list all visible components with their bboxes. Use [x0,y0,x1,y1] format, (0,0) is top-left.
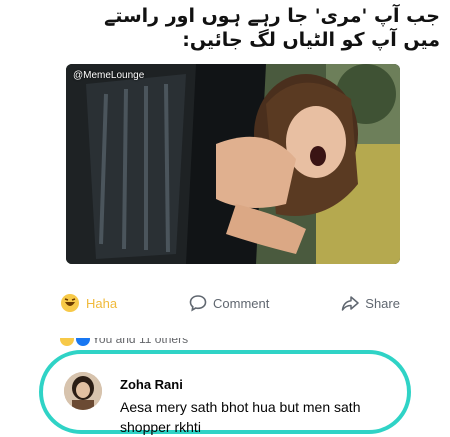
comment-label: Comment [213,295,270,311]
avatar[interactable] [64,372,102,410]
comment-icon [189,295,207,312]
share-button[interactable]: Share [341,294,400,312]
photo-illustration [66,64,400,264]
like-small-icon [76,338,90,346]
share-icon [342,296,360,311]
caption-line-2: میں آپ کو الٹیاں لگ جائیں: [182,29,440,51]
share-label: Share [365,295,400,311]
haha-reaction-button[interactable]: Haha [60,293,117,313]
comment-text: Aesa mery sath bhot hua but men sath sho… [120,399,361,435]
caption-line-1: جب آپ 'مری' جا رہے ہوں اور راستے [104,5,440,27]
haha-label: Haha [86,295,118,311]
post-actions-bar: Haha Comment Share [60,288,400,318]
avatar-image [64,372,102,410]
photo-watermark: @MemeLounge [73,70,145,81]
comment-author[interactable]: Zoha Rani [120,377,183,392]
haha-small-icon [60,338,74,346]
meme-caption: جب آپ 'مری' جا رہے ہوں اور راستے میں آپ … [10,4,440,52]
reaction-count-text: You and 11 others [92,338,189,346]
haha-emoji-icon [61,294,79,312]
comment-button[interactable]: Comment [189,294,269,312]
post-photo[interactable]: @MemeLounge [66,64,400,264]
